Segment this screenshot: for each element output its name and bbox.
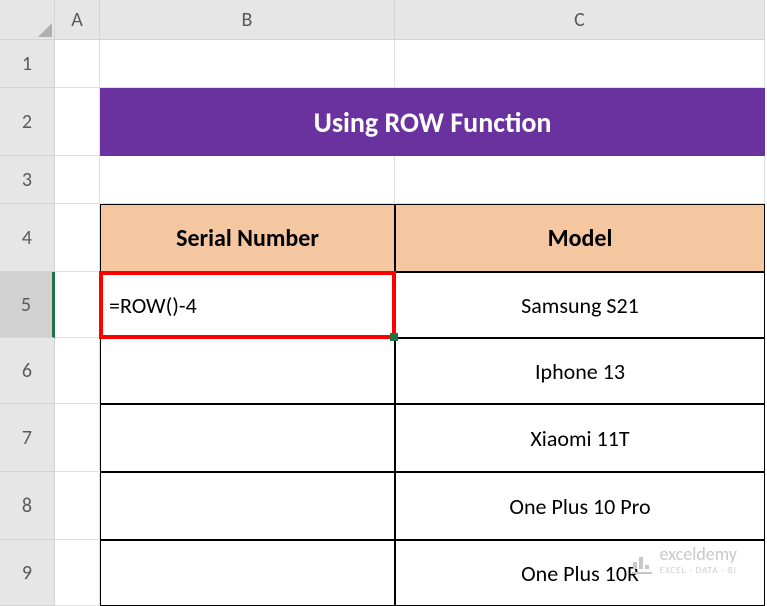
row-header-7[interactable]: 7: [0, 404, 55, 472]
serial-cell-2[interactable]: [100, 338, 395, 404]
cell-c3[interactable]: [395, 156, 765, 204]
row-header-6[interactable]: 6: [0, 338, 55, 404]
cell-b1[interactable]: [100, 40, 395, 88]
cell-a6[interactable]: [55, 338, 100, 404]
col-header-a[interactable]: A: [55, 0, 100, 40]
model-cell-4[interactable]: One Plus 10 Pro: [395, 472, 765, 540]
row-header-1[interactable]: 1: [0, 40, 55, 88]
col-header-b[interactable]: B: [100, 0, 395, 40]
title-cell[interactable]: Using ROW Function: [100, 88, 765, 156]
cell-c1[interactable]: [395, 40, 765, 88]
row-header-3[interactable]: 3: [0, 156, 55, 204]
serial-cell-4[interactable]: [100, 472, 395, 540]
formula-cell[interactable]: =ROW()-4: [100, 272, 395, 338]
cell-a8[interactable]: [55, 472, 100, 540]
header-model[interactable]: Model: [395, 204, 765, 272]
select-all-corner[interactable]: [0, 0, 55, 40]
cell-a2[interactable]: [55, 88, 100, 156]
watermark-main: exceldemy: [660, 543, 737, 565]
watermark: exceldemy EXCEL · DATA · BI: [630, 543, 737, 576]
formula-text: =ROW()-4: [109, 292, 197, 319]
row-header-2[interactable]: 2: [0, 88, 55, 156]
fill-handle[interactable]: [390, 333, 398, 341]
row-header-8[interactable]: 8: [0, 472, 55, 540]
cell-a9[interactable]: [55, 540, 100, 606]
row-header-4[interactable]: 4: [0, 204, 55, 272]
spreadsheet-grid: A B C 1 2 Using ROW Function 3 4 Serial …: [0, 0, 767, 606]
model-cell-1[interactable]: Samsung S21: [395, 272, 765, 338]
cell-a7[interactable]: [55, 404, 100, 472]
cell-b3[interactable]: [100, 156, 395, 204]
header-serial[interactable]: Serial Number: [100, 204, 395, 272]
chart-icon: [630, 552, 654, 576]
watermark-sub: EXCEL · DATA · BI: [660, 565, 737, 576]
col-header-c[interactable]: C: [395, 0, 765, 40]
row-header-9[interactable]: 9: [0, 540, 55, 606]
model-cell-3[interactable]: Xiaomi 11T: [395, 404, 765, 472]
model-cell-2[interactable]: Iphone 13: [395, 338, 765, 404]
cell-a3[interactable]: [55, 156, 100, 204]
cell-a5[interactable]: [55, 272, 100, 338]
serial-cell-5[interactable]: [100, 540, 395, 606]
cell-a1[interactable]: [55, 40, 100, 88]
row-header-5[interactable]: 5: [0, 272, 55, 338]
serial-cell-3[interactable]: [100, 404, 395, 472]
cell-a4[interactable]: [55, 204, 100, 272]
